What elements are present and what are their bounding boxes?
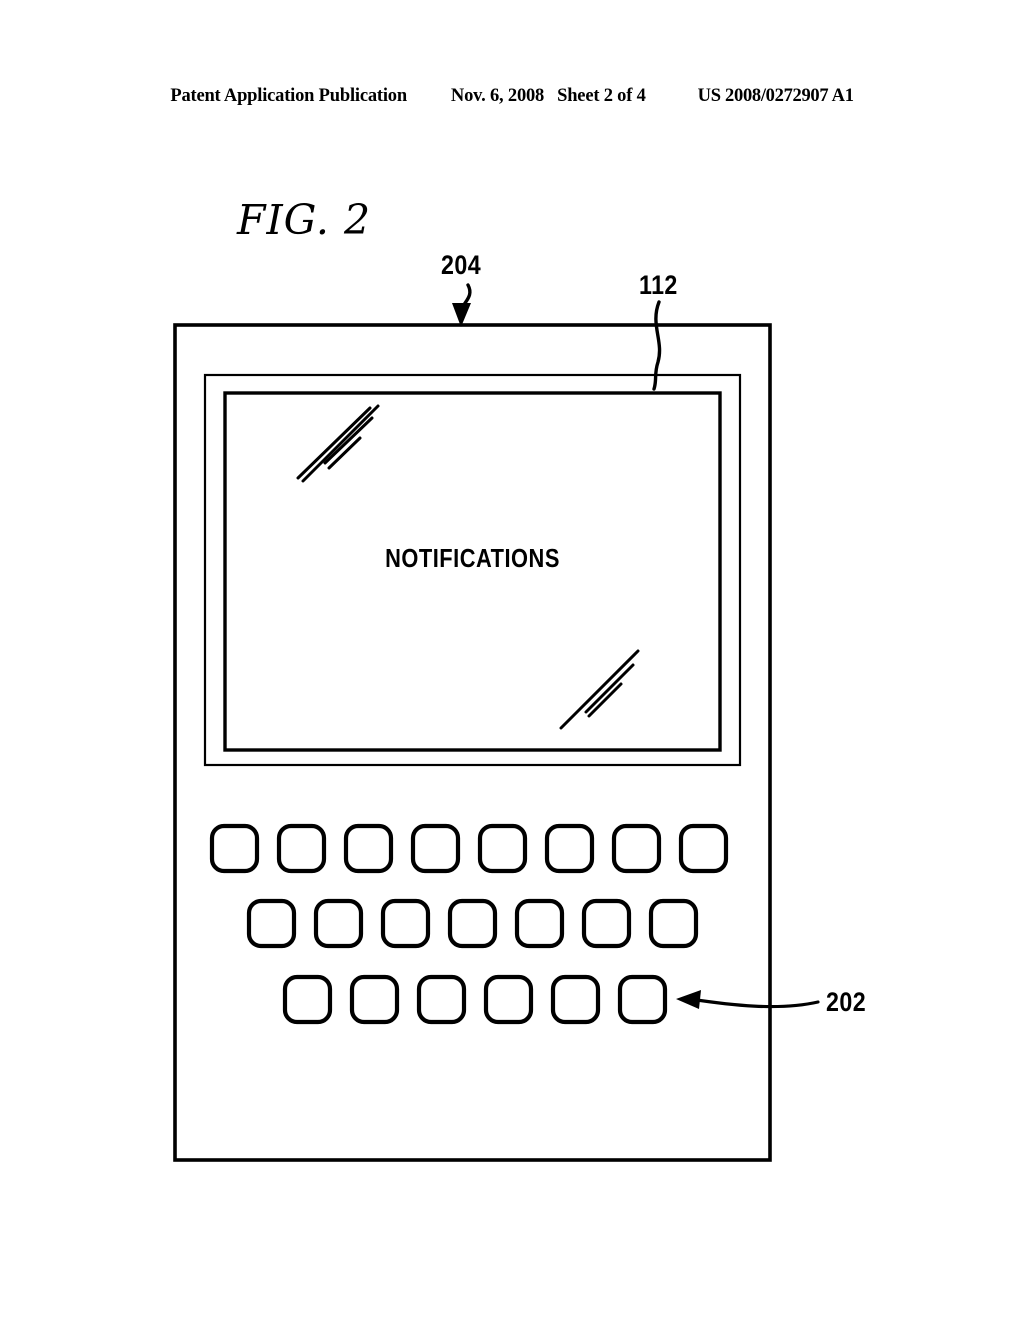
keypad-key[interactable] — [410, 823, 461, 874]
keypad-key[interactable] — [477, 823, 528, 874]
keypad-key[interactable] — [246, 898, 297, 949]
keypad-key[interactable] — [550, 974, 601, 1025]
screen-notifications-text: NOTIFICATIONS — [385, 543, 560, 573]
keypad-key[interactable] — [483, 974, 534, 1025]
keypad-key[interactable] — [581, 898, 632, 949]
callout-leader-204 — [452, 283, 472, 327]
keypad-key[interactable] — [514, 898, 565, 949]
keypad-key[interactable] — [282, 974, 333, 1025]
keypad-key[interactable] — [617, 974, 668, 1025]
keypad-key[interactable] — [648, 898, 699, 949]
patent-figure-drawing — [173, 283, 820, 1162]
keypad-key[interactable] — [313, 898, 364, 949]
reference-numeral-112: 112 — [639, 270, 678, 300]
keypad-key[interactable] — [447, 898, 498, 949]
keypad-key[interactable] — [380, 898, 431, 949]
keypad-key[interactable] — [611, 823, 662, 874]
keypad-key[interactable] — [349, 974, 400, 1025]
keypad-key[interactable] — [678, 823, 729, 874]
keypad-key[interactable] — [416, 974, 467, 1025]
keypad-key[interactable] — [209, 823, 260, 874]
keypad-key[interactable] — [276, 823, 327, 874]
reference-numeral-202: 202 — [826, 987, 867, 1017]
keypad-key[interactable] — [343, 823, 394, 874]
reference-numeral-204: 204 — [441, 250, 482, 280]
keypad-key[interactable] — [544, 823, 595, 874]
